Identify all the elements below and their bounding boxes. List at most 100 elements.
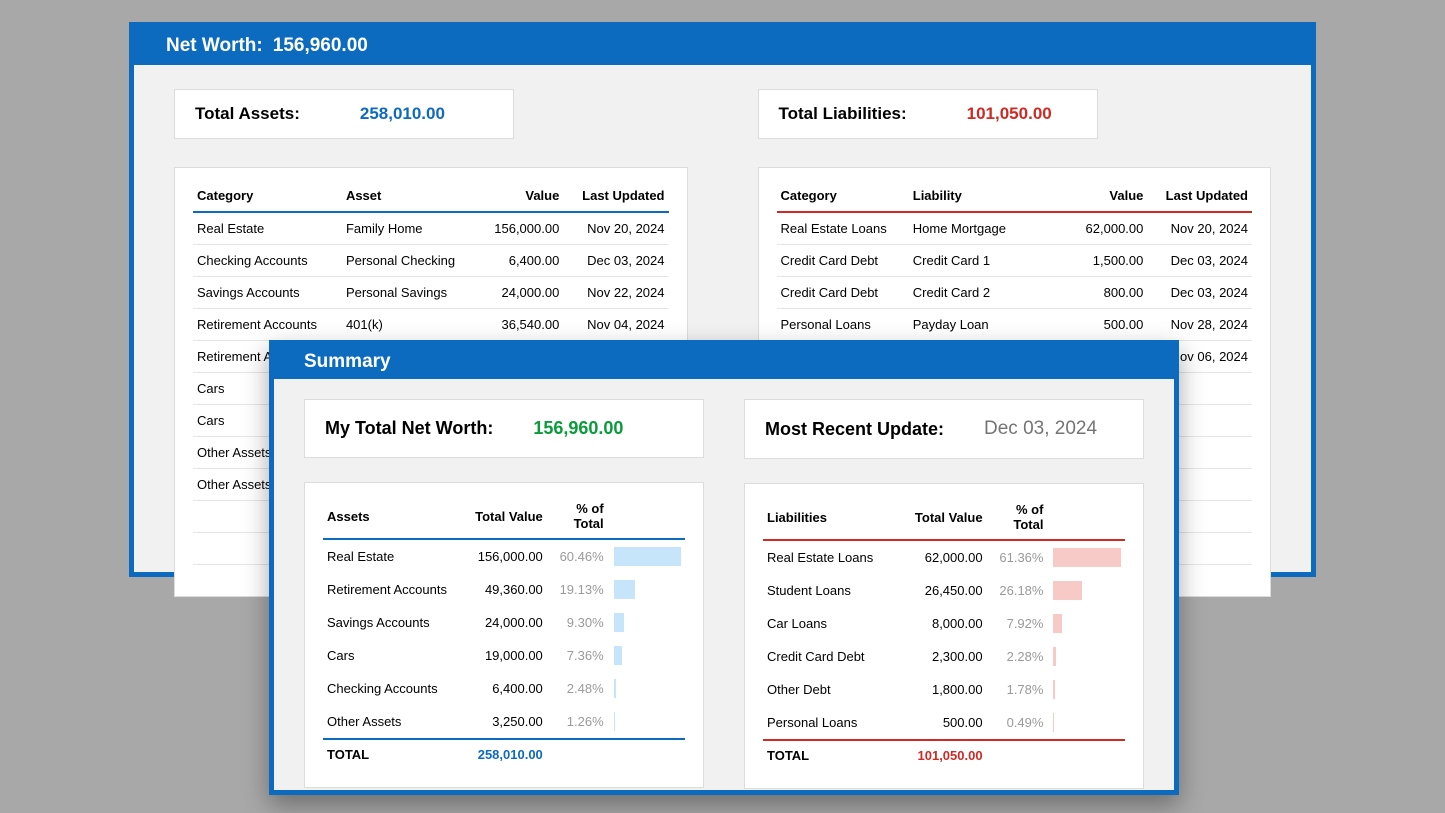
col-updated: Last Updated (563, 182, 668, 212)
cell-bar (1047, 607, 1125, 640)
cell-item: Credit Card 1 (909, 245, 1071, 277)
cell-category: Checking Accounts (323, 672, 464, 705)
bar-chart-bar (1053, 647, 1055, 666)
cell-total-value: 1,800.00 (904, 673, 987, 706)
bar-chart-bar (614, 712, 615, 731)
cell-value: 1,500.00 (1071, 245, 1147, 277)
recent-update-card: Most Recent Update: Dec 03, 2024 (744, 399, 1144, 459)
summary-row: Real Estate156,000.0060.46% (323, 539, 685, 573)
summary-row: Student Loans26,450.0026.18% (763, 574, 1125, 607)
cell-category: Savings Accounts (193, 277, 342, 309)
total-liabilities-label: Total Liabilities: (779, 104, 907, 124)
col-item: Liability (909, 182, 1071, 212)
cell-value: 500.00 (1071, 309, 1147, 341)
cell-updated: Nov 22, 2024 (563, 277, 668, 309)
col-value: Value (1071, 182, 1147, 212)
table-row: Real EstateFamily Home156,000.00Nov 20, … (193, 212, 669, 245)
cell-category: Student Loans (763, 574, 904, 607)
cell-bar (608, 705, 685, 739)
col-updated: Last Updated (1147, 182, 1252, 212)
cell-category: Checking Accounts (193, 245, 342, 277)
cell-bar (1047, 673, 1125, 706)
summary-row: Personal Loans500.000.49% (763, 706, 1125, 740)
cell-total-value: 500.00 (904, 706, 987, 740)
cell-item: Home Mortgage (909, 212, 1071, 245)
cell-pct: 26.18% (987, 574, 1048, 607)
cell-pct: 7.92% (987, 607, 1048, 640)
cell-total-value: 49,360.00 (464, 573, 547, 606)
cell-total-value: 8,000.00 (904, 607, 987, 640)
cell-item: Credit Card 2 (909, 277, 1071, 309)
summary-liabilities-table: Liabilities Total Value % of Total Real … (763, 496, 1125, 770)
cell-category: Other Debt (763, 673, 904, 706)
bar-chart-bar (614, 547, 681, 566)
col-item: Asset (342, 182, 478, 212)
net-worth-label: Net Worth: (166, 35, 263, 57)
cell-pct: 60.46% (547, 539, 608, 573)
col-pct: % of Total (987, 496, 1048, 540)
net-worth-value: 156,960.00 (273, 35, 368, 57)
cell-value: 24,000.00 (478, 277, 563, 309)
my-net-worth-card: My Total Net Worth: 156,960.00 (304, 399, 704, 458)
bar-chart-bar (1053, 680, 1055, 699)
cell-category: Real Estate (193, 212, 342, 245)
cell-bar (608, 606, 685, 639)
cell-updated: Nov 28, 2024 (1147, 309, 1252, 341)
summary-title: Summary (304, 351, 391, 372)
bar-chart-bar (1053, 713, 1054, 732)
cell-value: 62,000.00 (1071, 212, 1147, 245)
cell-total-value: 2,300.00 (904, 640, 987, 673)
table-row: Personal LoansPayday Loan500.00Nov 28, 2… (777, 309, 1253, 341)
table-row: Credit Card DebtCredit Card 11,500.00Dec… (777, 245, 1253, 277)
cell-bar (608, 672, 685, 705)
assets-header-row: Category Asset Value Last Updated (193, 182, 669, 212)
bar-chart-bar (614, 613, 624, 632)
cell-total-value: 3,250.00 (464, 705, 547, 739)
summary-row: Other Debt1,800.001.78% (763, 673, 1125, 706)
table-row: Retirement Accounts401(k)36,540.00Nov 04… (193, 309, 669, 341)
bar-chart-bar (614, 580, 635, 599)
cell-category: Car Loans (763, 607, 904, 640)
cell-updated: Dec 03, 2024 (1147, 245, 1252, 277)
cell-pct: 2.28% (987, 640, 1048, 673)
cell-pct: 1.26% (547, 705, 608, 739)
cell-bar (1047, 706, 1125, 740)
summary-liab-card: Liabilities Total Value % of Total Real … (744, 483, 1144, 789)
table-row: Savings AccountsPersonal Savings24,000.0… (193, 277, 669, 309)
cell-updated: Dec 03, 2024 (563, 245, 668, 277)
cell-total-value: 6,400.00 (464, 672, 547, 705)
cell-bar (608, 639, 685, 672)
bar-chart-bar (1053, 581, 1082, 600)
cell-category: Real Estate Loans (763, 540, 904, 574)
net-worth-header: Net Worth: 156,960.00 (134, 27, 1311, 65)
summary-row: Car Loans8,000.007.92% (763, 607, 1125, 640)
summary-assets-total-row: TOTAL 258,010.00 (323, 739, 685, 769)
cell-pct: 7.36% (547, 639, 608, 672)
cell-category: Real Estate Loans (777, 212, 909, 245)
cell-bar (1047, 540, 1125, 574)
cell-category: Savings Accounts (323, 606, 464, 639)
summary-row: Cars19,000.007.36% (323, 639, 685, 672)
bar-chart-bar (614, 679, 617, 698)
cell-bar (1047, 574, 1125, 607)
col-total-value: Total Value (904, 496, 987, 540)
cell-bar (608, 573, 685, 606)
table-row: Credit Card DebtCredit Card 2800.00Dec 0… (777, 277, 1253, 309)
cell-pct: 2.48% (547, 672, 608, 705)
liabilities-header-row: Category Liability Value Last Updated (777, 182, 1253, 212)
total-label: TOTAL (323, 739, 464, 769)
table-row: Real Estate LoansHome Mortgage62,000.00N… (777, 212, 1253, 245)
cell-category: Credit Card Debt (763, 640, 904, 673)
summary-assets-column: My Total Net Worth: 156,960.00 Assets To… (304, 399, 704, 789)
liab-total-value: 101,050.00 (904, 740, 987, 770)
cell-total-value: 19,000.00 (464, 639, 547, 672)
cell-item: Personal Savings (342, 277, 478, 309)
total-assets-card: Total Assets: 258,010.00 (174, 89, 514, 139)
total-liabilities-value: 101,050.00 (967, 104, 1052, 124)
cell-pct: 1.78% (987, 673, 1048, 706)
cell-pct: 9.30% (547, 606, 608, 639)
cell-bar (1047, 640, 1125, 673)
cell-value: 36,540.00 (478, 309, 563, 341)
cell-total-value: 24,000.00 (464, 606, 547, 639)
cell-category: Real Estate (323, 539, 464, 573)
